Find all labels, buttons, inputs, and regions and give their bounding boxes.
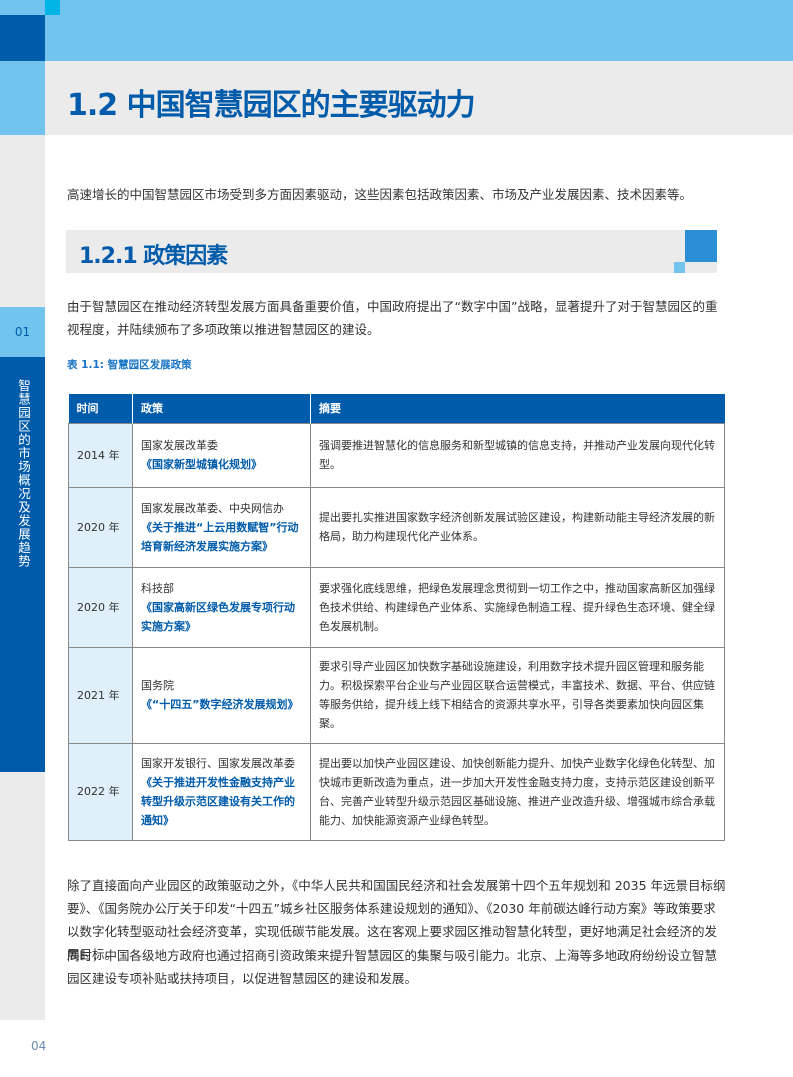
issuer: 科技部 [141, 581, 174, 595]
chapter-sidebar: 智慧园区的市场概况及发展趋势 [0, 357, 45, 772]
policy-cell: 科技部《国家高新区绿色发展专项行动实施方案》 [132, 566, 311, 648]
summary-cell: 提出要以加快产业园区建设、加快创新能力提升、加快产业数字化绿色化转型、加快城市更… [310, 742, 725, 841]
year-cell: 2014 年 [68, 422, 133, 488]
table-row: 2020 年 科技部《国家高新区绿色发展专项行动实施方案》 要求强化底线思维，把… [68, 566, 725, 648]
policy-document: 《国家新型城镇化规划》 [141, 458, 262, 471]
decorative-square [685, 230, 717, 262]
table-header: 时间 政策 摘要 [68, 394, 725, 423]
issuer: 国家开发银行、国家发展改革委 [141, 756, 295, 770]
policy-document: 《国家高新区绿色发展专项行动实施方案》 [141, 600, 295, 633]
policy-document: 《关于推进开发性金融支持产业转型升级示范区建设有关工作的通知》 [141, 775, 295, 827]
intro-text: 高速增长的中国智慧园区市场受到多方面因素驱动，这些因素包括政策因素、市场及产业发… [67, 187, 693, 202]
policy-document: 《“十四五”数字经济发展规划》 [141, 698, 299, 711]
table-row: 2021 年 国务院《“十四五”数字经济发展规划》 要求引导产业园区加快数字基础… [68, 646, 725, 744]
policy-table: 时间 政策 摘要 2014 年 国家发展改革委《国家新型城镇化规划》 强调要推进… [68, 394, 725, 841]
paragraph: 同时，中国各级地方政府也通过招商引资政策来提升智慧园区的集聚与吸引能力。北京、上… [67, 948, 718, 986]
paragraph: 由于智慧园区在推动经济转型发展方面具备重要价值，中国政府提出了“数字中国”战略，… [67, 299, 718, 337]
page-title: 1.2 中国智慧园区的主要驱动力 [67, 88, 476, 123]
summary-cell: 强调要推进智慧化的信息服务和新型城镇的信息支持，并推动产业发展向现代化转型。 [310, 422, 725, 488]
policy-cell: 国家开发银行、国家发展改革委《关于推进开发性金融支持产业转型升级示范区建设有关工… [132, 742, 311, 841]
column-header: 政策 [132, 394, 311, 423]
decorative-square [0, 15, 45, 61]
issuer: 国家发展改革委、中央网信办 [141, 501, 284, 515]
decorative-square [674, 262, 685, 273]
page-number: 04 [31, 1039, 47, 1053]
column-header: 时间 [68, 394, 133, 423]
year-cell: 2022 年 [68, 742, 133, 841]
policy-cell: 国务院《“十四五”数字经济发展规划》 [132, 646, 311, 744]
issuer: 国家发展改革委 [141, 439, 218, 452]
top-banner [0, 0, 793, 61]
summary-cell: 提出要扎实推进国家数字经济创新发展试验区建设，构建新动能主导经济发展的新格局，助… [310, 486, 725, 568]
column-header: 摘要 [310, 394, 725, 423]
year-cell: 2021 年 [68, 646, 133, 744]
year-cell: 2020 年 [68, 486, 133, 568]
policy-cell: 国家发展改革委、中央网信办《关于推进“上云用数赋智”行动培育新经济发展实施方案》 [132, 486, 311, 568]
chapter-number: 01 [0, 307, 45, 357]
policy-document: 《关于推进“上云用数赋智”行动培育新经济发展实施方案》 [141, 520, 299, 553]
table-row: 2014 年 国家发展改革委《国家新型城镇化规划》 强调要推进智慧化的信息服务和… [68, 422, 725, 488]
table-row: 2020 年 国家发展改革委、中央网信办《关于推进“上云用数赋智”行动培育新经济… [68, 486, 725, 568]
table-row: 2022 年 国家开发银行、国家发展改革委《关于推进开发性金融支持产业转型升级示… [68, 742, 725, 841]
policy-cell: 国家发展改革委《国家新型城镇化规划》 [132, 422, 311, 488]
summary-cell: 要求引导产业园区加快数字基础设施建设，利用数字技术提升园区管理和服务能力。积极探… [310, 646, 725, 744]
table-caption: 表 1.1: 智慧园区发展政策 [67, 359, 192, 371]
section-title: 1.2.1 政策因素 [79, 244, 228, 269]
issuer: 国务院 [141, 679, 174, 692]
decorative-square [45, 0, 60, 15]
chapter-title: 智慧园区的市场概况及发展趋势 [16, 379, 31, 568]
decorative-block [0, 61, 45, 135]
year-cell: 2020 年 [68, 566, 133, 648]
summary-cell: 要求强化底线思维，把绿色发展理念贯彻到一切工作之中，推动国家高新区加强绿色技术供… [310, 566, 725, 648]
